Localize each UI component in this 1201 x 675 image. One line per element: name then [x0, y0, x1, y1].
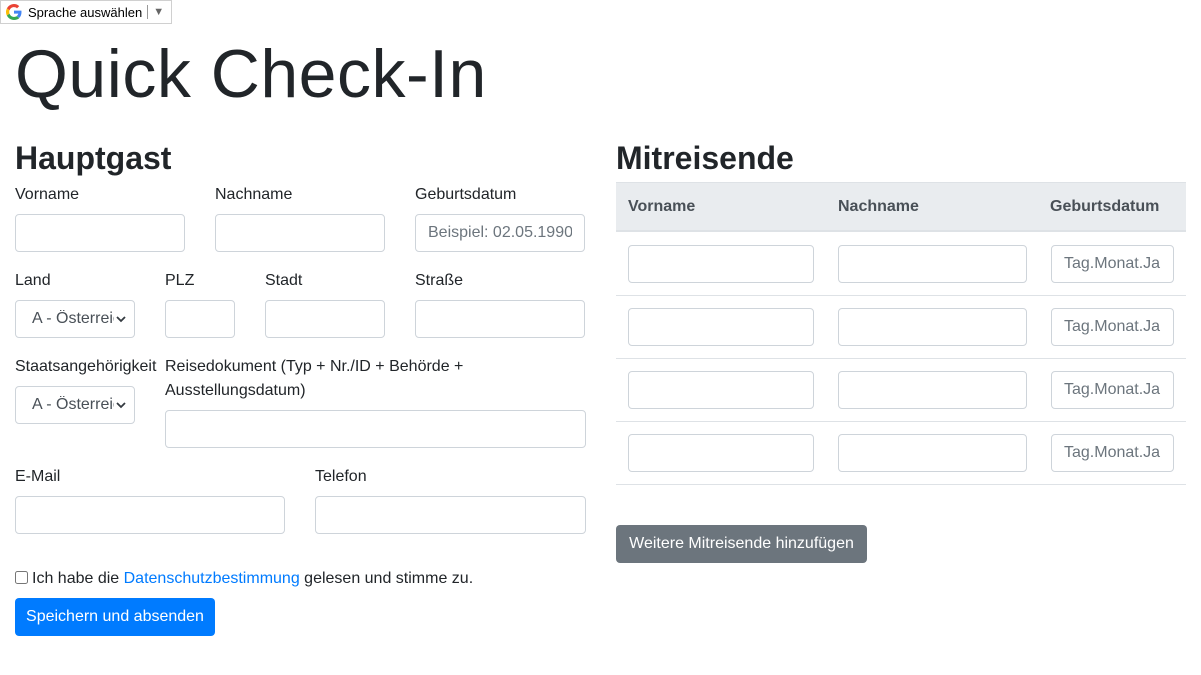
- privacy-consent-checkbox[interactable]: [15, 571, 28, 584]
- companion-first-name-input[interactable]: [628, 371, 814, 409]
- main-guest-heading: Hauptgast: [15, 140, 172, 176]
- column-header-first-name: Vorname: [628, 198, 696, 215]
- first-name-input[interactable]: [15, 214, 185, 252]
- companion-first-name-input[interactable]: [628, 434, 814, 472]
- privacy-consent-text: Ich habe die Datenschutzbestimmung geles…: [32, 567, 473, 591]
- companion-last-name-input[interactable]: [838, 308, 1027, 346]
- page-title: Quick Check-In: [15, 36, 487, 112]
- table-row-divider: [616, 421, 1186, 422]
- companion-last-name-input[interactable]: [838, 434, 1027, 472]
- chevron-down-icon: ▼: [153, 6, 165, 18]
- companion-birthdate-input[interactable]: [1051, 245, 1174, 283]
- travel-document-input[interactable]: [165, 410, 586, 448]
- email-label: E-Mail: [15, 468, 61, 485]
- companion-first-name-input[interactable]: [628, 308, 814, 346]
- column-header-birthdate: Geburtsdatum: [1050, 198, 1160, 215]
- companions-heading: Mitreisende: [616, 140, 794, 176]
- divider: [147, 5, 149, 19]
- companion-last-name-input[interactable]: [838, 371, 1027, 409]
- nationality-label: Staatsangehörigkeit: [15, 358, 157, 375]
- last-name-input[interactable]: [215, 214, 385, 252]
- consent-suffix: gelesen und stimme zu.: [299, 570, 474, 587]
- street-input[interactable]: [415, 300, 585, 338]
- street-label: Straße: [415, 272, 464, 289]
- phone-label: Telefon: [315, 468, 367, 485]
- travel-document-label-line2: Ausstellungsdatum): [165, 382, 306, 399]
- table-row-divider: [616, 358, 1186, 359]
- companion-first-name-input[interactable]: [628, 245, 814, 283]
- nationality-select-value: A - Österreich: [32, 396, 114, 413]
- companion-birthdate-input[interactable]: [1051, 371, 1174, 409]
- travel-document-label-line1: Reisedokument (Typ + Nr./ID + Behörde +: [165, 358, 464, 375]
- column-header-last-name: Nachname: [838, 198, 919, 215]
- consent-prefix: Ich habe die: [32, 570, 124, 587]
- city-label: Stadt: [265, 272, 303, 289]
- save-and-submit-button[interactable]: Speichern und absenden: [15, 598, 215, 636]
- companion-birthdate-input[interactable]: [1051, 434, 1174, 472]
- city-input[interactable]: [265, 300, 385, 338]
- country-select[interactable]: A - Österreich: [15, 300, 135, 338]
- google-g-icon: [6, 4, 22, 20]
- table-row-divider: [616, 484, 1186, 485]
- country-label: Land: [15, 272, 51, 289]
- first-name-label: Vorname: [15, 186, 80, 203]
- country-select-value: A - Österreich: [32, 310, 114, 327]
- birthdate-label: Geburtsdatum: [415, 186, 517, 203]
- last-name-label: Nachname: [215, 186, 293, 203]
- language-selector-label: Sprache auswählen: [28, 4, 143, 20]
- chevron-down-icon: [116, 316, 126, 323]
- companion-birthdate-input[interactable]: [1051, 308, 1174, 346]
- add-companions-button[interactable]: Weitere Mitreisende hinzufügen: [616, 525, 867, 563]
- phone-input[interactable]: [315, 496, 586, 534]
- email-input[interactable]: [15, 496, 285, 534]
- companion-last-name-input[interactable]: [838, 245, 1027, 283]
- language-selector[interactable]: Sprache auswählen ▼: [0, 0, 172, 24]
- zip-label: PLZ: [165, 272, 195, 289]
- chevron-down-icon: [116, 402, 126, 409]
- privacy-policy-link[interactable]: Datenschutzbestimmung: [124, 570, 300, 587]
- zip-input[interactable]: [165, 300, 235, 338]
- birthdate-input[interactable]: [415, 214, 585, 252]
- nationality-select[interactable]: A - Österreich: [15, 386, 135, 424]
- table-row-divider: [616, 295, 1186, 296]
